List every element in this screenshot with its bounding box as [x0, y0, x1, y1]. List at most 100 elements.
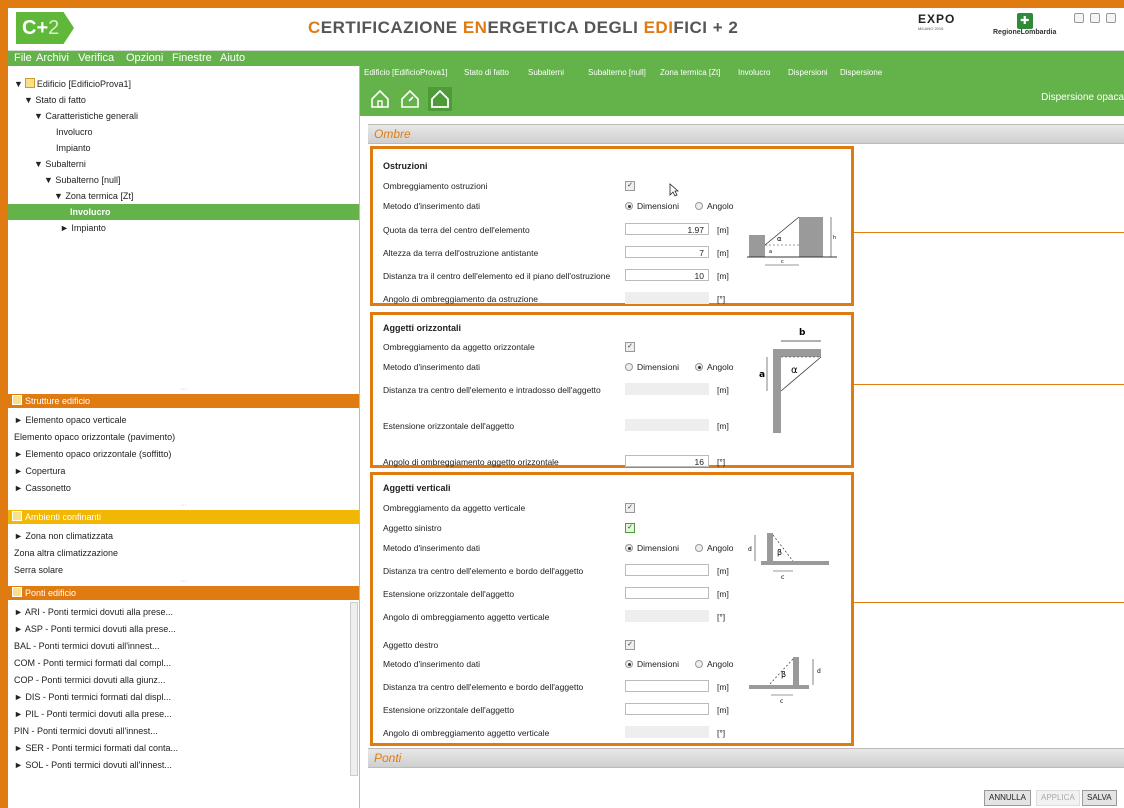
metodo-angolo-radio[interactable]	[695, 202, 703, 210]
menu-finestre[interactable]: Finestre	[172, 52, 212, 64]
close-icon[interactable]	[1106, 13, 1116, 23]
distanza-input[interactable]: 10	[625, 269, 709, 281]
ombreggiamento-verticale-checkbox[interactable]: ✓	[625, 503, 635, 513]
distanza-bordo-sinistro-input[interactable]	[625, 564, 709, 576]
strutture-header[interactable]: Strutture edificio	[8, 394, 359, 408]
breadcrumb-item[interactable]: Stato di fatto	[464, 68, 509, 77]
ambienti-item[interactable]: ► Zona non climatizzata	[14, 528, 113, 544]
strutture-item[interactable]: ► Copertura	[14, 463, 65, 479]
alpha-label: α	[791, 365, 798, 376]
altezza-input[interactable]: 7	[625, 246, 709, 258]
strutture-item[interactable]: ► Elemento opaco verticale	[14, 412, 126, 428]
estensione-sinistro-input[interactable]	[625, 587, 709, 599]
ponti-item[interactable]: ► ARI - Ponti termici dovuti alla prese.…	[14, 604, 173, 620]
ponti-scrollbar[interactable]	[350, 602, 358, 776]
aggetto-sinistro-checkbox[interactable]: ✓	[625, 523, 635, 533]
tree-item-stato-di-fatto[interactable]: ▼ Stato di fatto	[24, 92, 86, 108]
metodo-orizzontale-dimensioni-radio[interactable]	[625, 363, 633, 371]
metodo-sinistro-dimensioni-radio[interactable]	[625, 544, 633, 552]
metodo-sinistro-label: Metodo d'inserimento dati	[383, 543, 481, 553]
metodo-sinistro-angolo-radio[interactable]	[695, 544, 703, 552]
estensione-orizzontale-unit: [m]	[717, 421, 729, 431]
ponti-item[interactable]: ► SOL - Ponti termici dovuti all'innest.…	[14, 757, 172, 773]
menu-opzioni[interactable]: Opzioni	[126, 52, 163, 64]
angolo-orizzontale-input[interactable]: 16	[625, 455, 709, 467]
dimensioni-label: Dimensioni	[637, 659, 680, 669]
metodo-destro-dimensioni-radio[interactable]	[625, 660, 633, 668]
angolo-label: Angolo	[707, 543, 734, 553]
ambienti-item[interactable]: Serra solare	[14, 562, 63, 578]
tree-item-impianto-generale[interactable]: Impianto	[56, 140, 91, 156]
tree-item-involucro-generale[interactable]: Involucro	[56, 124, 93, 140]
tree-item-zona-termica[interactable]: ▼ Zona termica [Zt]	[54, 188, 133, 204]
angolo-ostruzione-input	[625, 292, 709, 304]
breadcrumb-item[interactable]: Subalterni	[528, 68, 564, 77]
distanza-bordo-destro-input[interactable]	[625, 680, 709, 692]
minimize-icon[interactable]	[1074, 13, 1084, 23]
strutture-item[interactable]: Elemento opaco orizzontale (pavimento)	[14, 429, 175, 445]
metodo-dimensioni-radio[interactable]	[625, 202, 633, 210]
quota-label: Quota da terra del centro dell'elemento	[383, 225, 530, 235]
tree-item-involucro[interactable]: Involucro	[8, 204, 359, 220]
breadcrumb-item[interactable]: Dispersione	[840, 68, 882, 77]
section-ponti[interactable]: Ponti	[368, 748, 1124, 768]
a-label: a	[769, 249, 772, 255]
aggetti-orizzontali-title: Aggetti orizzontali	[383, 323, 461, 333]
angolo-sinistro-label: Angolo di ombreggiamento aggetto vertica…	[383, 612, 550, 622]
menu-aiuto[interactable]: Aiuto	[220, 52, 245, 64]
alpha-label: α	[777, 235, 782, 243]
breadcrumb-item[interactable]: Subalterno [null]	[588, 68, 646, 77]
quota-input[interactable]: 1.97	[625, 223, 709, 235]
breadcrumb-item[interactable]: Involucro	[738, 68, 770, 77]
ponti-item[interactable]: ► ASP - Ponti termici dovuti alla prese.…	[14, 621, 176, 637]
home-icon[interactable]	[368, 87, 392, 111]
ambienti-item[interactable]: Zona altra climatizzazione	[14, 545, 118, 561]
ponti-item[interactable]: ► SER - Ponti termici formati dal conta.…	[14, 740, 178, 756]
angolo-orizzontale-label: Angolo di ombreggiamento aggetto orizzon…	[383, 457, 559, 467]
ponti-item[interactable]: PIN - Ponti termici dovuti all'innest...	[14, 723, 158, 739]
altezza-label: Altezza da terra dell'ostruzione antista…	[383, 248, 539, 258]
menu-file[interactable]: File	[14, 52, 32, 64]
strutture-item[interactable]: ► Elemento opaco orizzontale (soffitto)	[14, 446, 171, 462]
ponti-item[interactable]: BAL - Ponti termici dovuti all'innest...	[14, 638, 159, 654]
dimensioni-label: Dimensioni	[637, 362, 680, 372]
ombreggiamento-orizzontale-checkbox[interactable]: ✓	[625, 342, 635, 352]
aggetto-sinistro-diagram: β d c	[748, 533, 829, 581]
tree-item-caratteristiche[interactable]: ▼ Caratteristiche generali	[34, 108, 138, 124]
distanza-intradosso-input	[625, 383, 709, 395]
aggetto-destro-checkbox[interactable]: ✓	[625, 640, 635, 650]
estensione-destro-input[interactable]	[625, 703, 709, 715]
tree-item-impianto[interactable]: ► Impianto	[60, 220, 106, 236]
ombreggiamento-orizzontale-label: Ombreggiamento da aggetto orizzontale	[383, 342, 535, 352]
ombreggiamento-ostruzioni-checkbox[interactable]: ✓	[625, 181, 635, 191]
annulla-button[interactable]: ANNULLA	[984, 790, 1031, 806]
section-ombre[interactable]: Ombre	[368, 124, 1124, 144]
applica-button[interactable]: APPLICA	[1036, 790, 1080, 806]
estensione-orizzontale-input	[625, 419, 709, 431]
home-outline-icon[interactable]	[428, 87, 452, 111]
metodo-destro-angolo-radio[interactable]	[695, 660, 703, 668]
ponti-item[interactable]: COP - Ponti termici dovuti alla giunz...	[14, 672, 165, 688]
tree-item-subalterno[interactable]: ▼ Subalterno [null]	[44, 172, 120, 188]
metodo-destro-label: Metodo d'inserimento dati	[383, 659, 481, 669]
tree-item-subalterni[interactable]: ▼ Subalterni	[34, 156, 86, 172]
ostruzioni-panel: Ostruzioni Ombreggiamento ostruzioni ✓ M…	[370, 146, 854, 306]
maximize-icon[interactable]	[1090, 13, 1100, 23]
menu-verifica[interactable]: Verifica	[78, 52, 114, 64]
tree-item-edificio[interactable]: ▼ Edificio [EdificioProva1]	[14, 76, 131, 92]
metodo-orizzontale-angolo-radio[interactable]	[695, 363, 703, 371]
salva-button[interactable]: SALVA	[1082, 790, 1117, 806]
breadcrumb-item[interactable]: Edificio [EdificioProva1]	[364, 68, 448, 77]
ponti-item[interactable]: COM - Ponti termici formati dal compl...	[14, 655, 171, 671]
breadcrumb-item[interactable]: Zona termica [Zt]	[660, 68, 720, 77]
menu-archivi[interactable]: Archivi	[36, 52, 69, 64]
estensione-destro-unit: [m]	[717, 705, 729, 715]
ponti-header[interactable]: Ponti edificio	[8, 586, 359, 600]
ponti-item[interactable]: ► PIL - Ponti termici dovuti alla prese.…	[14, 706, 172, 722]
breadcrumb-item[interactable]: Dispersioni	[788, 68, 828, 77]
ambienti-header[interactable]: Ambienti confinanti	[8, 510, 359, 524]
estensione-orizzontale-label: Estensione orizzontale dell'aggetto	[383, 421, 515, 431]
home-edit-icon[interactable]	[398, 87, 422, 111]
ponti-item[interactable]: ► DIS - Ponti termici formati dal displ.…	[14, 689, 171, 705]
strutture-item[interactable]: ► Cassonetto	[14, 480, 71, 496]
